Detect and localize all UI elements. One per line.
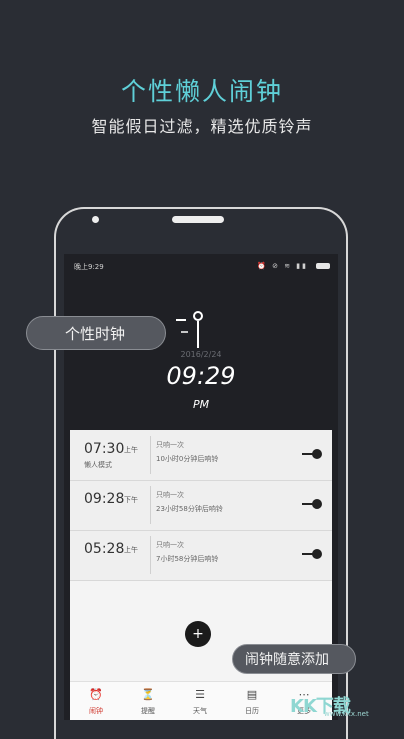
alarm-repeat: 只响一次 <box>156 441 184 449</box>
alarm-tab-icon: ⏰ <box>89 688 103 701</box>
alarm-toggle[interactable] <box>302 499 322 509</box>
callout-add-alarm: 闹钟随意添加 <box>232 644 356 674</box>
alarm-time: 09:28 <box>84 491 125 507</box>
alarm-remaining: 23小时58分钟后响铃 <box>156 505 223 513</box>
alarm-divider <box>150 536 151 574</box>
phone-speaker <box>172 216 224 223</box>
tab-label: 日历 <box>245 707 259 715</box>
alarm-remaining: 10小时0分钟后响铃 <box>156 455 219 463</box>
alarm-row[interactable]: 07:30 上午 懒人模式 只响一次 10小时0分钟后响铃 <box>70 430 332 481</box>
alarm-ampm: 上午 <box>124 546 138 554</box>
alarm-mode: 懒人模式 <box>84 461 112 469</box>
status-time: 晚上9:29 <box>74 263 104 271</box>
tab-label: 闹钟 <box>89 707 103 715</box>
tab-alarm[interactable]: ⏰ 闹钟 <box>70 682 122 720</box>
clock-face-icon <box>176 311 203 348</box>
tab-reminder[interactable]: ⏳ 提醒 <box>122 682 174 720</box>
alarm-toggle[interactable] <box>302 549 322 559</box>
status-bar: 晚上9:29 ⏰ ⊘ ≋ ▮▮ <box>74 262 330 272</box>
alarm-toggle[interactable] <box>302 449 322 459</box>
tab-label: 天气 <box>193 707 207 715</box>
alarm-remaining: 7小时58分钟后响铃 <box>156 555 219 563</box>
alarm-time: 05:28 <box>84 541 125 557</box>
tab-label: 提醒 <box>141 707 155 715</box>
alarm-row[interactable]: 05:28 上午 只响一次 7小时58分钟后响铃 <box>70 530 332 581</box>
callout-clock-style: 个性时钟 <box>26 316 166 350</box>
status-icons: ⏰ ⊘ ≋ ▮▮ <box>257 262 308 270</box>
clock-date: 2016/2/24 <box>180 350 222 359</box>
battery-icon <box>316 263 330 269</box>
promo-title: 个性懒人闹钟 <box>120 77 283 106</box>
phone-camera-dot <box>92 216 99 223</box>
alarm-divider <box>150 436 151 474</box>
clock-ampm: PM <box>192 398 210 411</box>
alarm-row[interactable]: 09:28 下午 只响一次 23小时58分钟后响铃 <box>70 480 332 531</box>
calendar-tab-icon: ▤ <box>246 688 258 701</box>
alarm-list: 07:30 上午 懒人模式 只响一次 10小时0分钟后响铃 09:28 下午 只… <box>70 430 332 581</box>
clock-time: 09:29 <box>166 362 236 390</box>
alarm-divider <box>150 486 151 524</box>
promo-subtitle: 智能假日过滤，精选优质铃声 <box>91 117 313 136</box>
alarm-time: 07:30 <box>84 441 125 457</box>
watermark: KK下载 www.kkx.net <box>286 688 396 718</box>
alarm-repeat: 只响一次 <box>156 541 184 549</box>
alarm-ampm: 上午 <box>124 446 138 454</box>
reminder-tab-icon: ⏳ <box>141 688 155 701</box>
watermark-url: www.kkx.net <box>324 710 369 718</box>
alarm-repeat: 只响一次 <box>156 491 184 499</box>
weather-tab-icon: ☰ <box>195 688 205 701</box>
add-alarm-button[interactable]: + <box>185 621 211 647</box>
tab-weather[interactable]: ☰ 天气 <box>174 682 226 720</box>
alarm-ampm: 下午 <box>124 496 138 504</box>
tab-calendar[interactable]: ▤ 日历 <box>226 682 278 720</box>
